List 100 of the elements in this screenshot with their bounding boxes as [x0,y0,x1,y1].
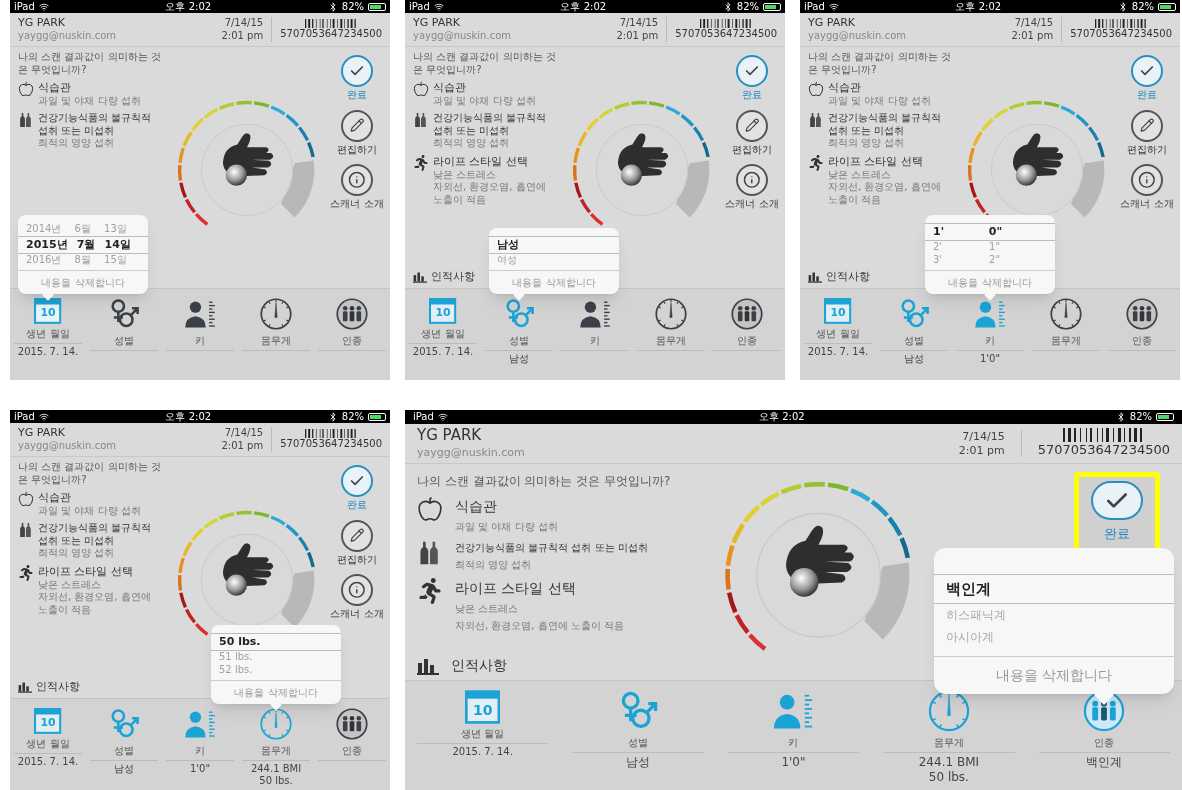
device-name: iPad [14,1,35,12]
clear-content-button[interactable]: 내용을 삭제합니다 [18,270,148,294]
calendar-day: 10 [435,307,451,319]
bottles-icon [18,112,34,129]
field-value: 244.1 BMI [918,754,980,770]
hand-drawing [786,525,854,597]
done-button[interactable] [1091,481,1143,520]
scan-sector-drawing [1071,160,1105,218]
picker-option[interactable]: 3' 2" [925,253,1055,266]
field-label: 몸무게 [261,335,291,348]
picker-option[interactable]: 2016년 8월 15일 [18,253,148,266]
battery-icon [1156,413,1174,421]
picker-option[interactable]: 여성 [489,253,619,266]
hand-drawing [222,133,274,186]
info-button[interactable] [341,574,373,606]
field-label: 키 [788,737,799,750]
action-label: 완료 [1137,89,1157,102]
hand-drawing [222,543,274,596]
insight-title: 라이프 스타일 선택 [433,154,529,169]
device-name: iPad [14,411,35,422]
picker-option[interactable]: 2014년 6월 13일 [18,223,148,236]
done-button[interactable] [1131,55,1163,87]
clear-content-button[interactable]: 내용을 삭제합니다 [211,680,341,704]
pencil-icon [349,118,365,133]
field-value: 1'0" [189,762,211,775]
done-button[interactable] [736,55,768,87]
battery-percent: 82% [341,1,364,12]
edit-button[interactable] [341,519,373,552]
picker-option[interactable]: 50 lbs. [211,633,341,651]
picker-option[interactable]: 51 lbs. [211,651,341,664]
apple-icon [18,491,34,507]
insight-detail: 최적의 영양 섭취 [433,137,511,150]
insight-title: 식습관 [38,491,72,505]
insight-detail: 최적의 영양 섭취 [38,137,116,150]
edit-button[interactable] [736,109,768,142]
hand-drawing [1012,133,1064,186]
picker-option[interactable]: 남성 [489,235,619,254]
insight-detail: 자외선, 환경오염, 흡연에 노출이 적음 [828,181,942,206]
clear-content-button[interactable]: 내용을 삭제합니다 [934,656,1174,694]
bar-chart-icon [18,681,32,694]
user-name: YG PARK [18,16,67,31]
info-icon [348,581,366,599]
action-label: 편집하기 [337,553,377,566]
info-button[interactable] [341,164,373,196]
user-email: yaygg@nuskin.com [18,30,117,43]
apple-icon [417,496,443,522]
clear-content-button[interactable]: 내용을 삭제합니다 [489,270,619,294]
user-email: yaygg@nuskin.com [413,30,512,43]
bar-chart-icon [808,271,822,284]
battery-percent: 82% [341,411,364,422]
apple-icon [413,81,429,97]
picker-option[interactable]: 2' 1" [925,241,1055,254]
picker-option[interactable]: 아시아계 [934,626,1174,648]
field-label: 인종 [342,745,362,758]
field-value: 2015. 7. 14. [17,345,79,359]
bar-chart-icon [417,656,439,675]
section-title: 인적사항 [826,270,870,284]
done-button[interactable] [341,55,373,87]
picker-option[interactable]: 2015년 7월 14일 [18,235,148,254]
pencil-icon [744,118,760,133]
field-label: 생년 월일 [26,738,70,751]
insight-title: 식습관 [455,497,498,516]
done-button[interactable] [341,465,373,497]
field-label: 성별 [114,335,134,348]
field-label: 생년 월일 [816,328,860,341]
scan-time: 2:01 pm [1011,29,1054,42]
edit-button[interactable] [1131,109,1163,142]
info-button[interactable] [1131,164,1163,196]
info-button[interactable] [736,164,768,196]
insight-detail: 과일 및 야채 다량 섭취 [433,94,536,108]
clear-content-button[interactable]: 내용을 삭제합니다 [925,270,1055,294]
picker-option[interactable]: 히스패닉계 [934,604,1174,626]
battery-icon [368,412,386,421]
field-value: 백인계 [1086,754,1123,770]
insight-title: 식습관 [433,81,467,95]
insight-detail: 과일 및 야채 다량 섭취 [38,504,141,518]
field-label: 인종 [1094,737,1115,750]
pencil-icon [1139,118,1155,133]
field-label: 몸무게 [933,737,964,750]
scan-sector-drawing [281,570,315,628]
clock: 오후 2:02 [165,411,212,422]
clock: 오후 2:02 [560,1,607,12]
insight-title: 라이프 스타일 선택 [455,579,577,598]
picker-option[interactable]: 백인계 [934,573,1174,604]
calendar-day: 10 [40,307,56,319]
bottles-icon [413,112,429,129]
bluetooth-icon [1117,1,1128,12]
user-name: YG PARK [413,16,462,31]
insight-detail: 낮은 스트레스 [455,602,520,616]
info-icon [743,171,761,189]
calendar-day: 10 [830,307,846,319]
field-label: 인종 [342,335,362,348]
edit-button[interactable] [341,109,373,142]
scan-time: 2:01 pm [221,439,264,452]
battery-icon [368,2,386,11]
runner-icon [808,154,824,171]
insight-detail: 낮은 스트레스 [433,168,498,181]
info-icon [1138,171,1156,189]
picker-option[interactable]: 1' 0" [925,223,1055,241]
picker-option[interactable]: 52 lbs. [211,663,341,676]
